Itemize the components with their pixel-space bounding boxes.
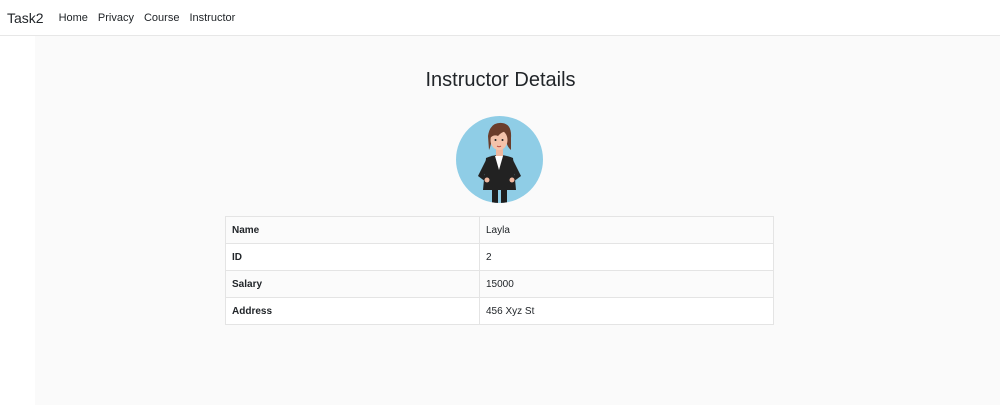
woman-avatar-icon [456, 116, 543, 203]
main-content: Instructor Details Name Layla ID 2 Salar… [35, 36, 1000, 405]
table-row: ID 2 [225, 243, 774, 271]
instructor-details-table: Name Layla ID 2 Salary 15000 Address 456… [225, 216, 774, 325]
nav-link-privacy[interactable]: Privacy [98, 12, 134, 24]
page-title: Instructor Details [425, 69, 576, 91]
nav-link-course[interactable]: Course [144, 12, 179, 24]
detail-label-salary: Salary [225, 270, 480, 298]
detail-value-address: 456 Xyz St [479, 297, 774, 325]
table-row: Address 456 Xyz St [225, 297, 774, 325]
detail-label-id: ID [225, 243, 480, 271]
brand-link[interactable]: Task2 [7, 10, 44, 26]
table-row: Salary 15000 [225, 270, 774, 298]
table-row: Name Layla [225, 216, 774, 244]
nav-link-instructor[interactable]: Instructor [189, 12, 235, 24]
detail-value-id: 2 [479, 243, 774, 271]
detail-value-name: Layla [479, 216, 774, 244]
detail-label-address: Address [225, 297, 480, 325]
nav-link-home[interactable]: Home [59, 12, 88, 24]
avatar-illustration [478, 122, 521, 203]
detail-label-name: Name [225, 216, 480, 244]
detail-value-salary: 15000 [479, 270, 774, 298]
navbar: Task2 Home Privacy Course Instructor [0, 0, 1000, 36]
